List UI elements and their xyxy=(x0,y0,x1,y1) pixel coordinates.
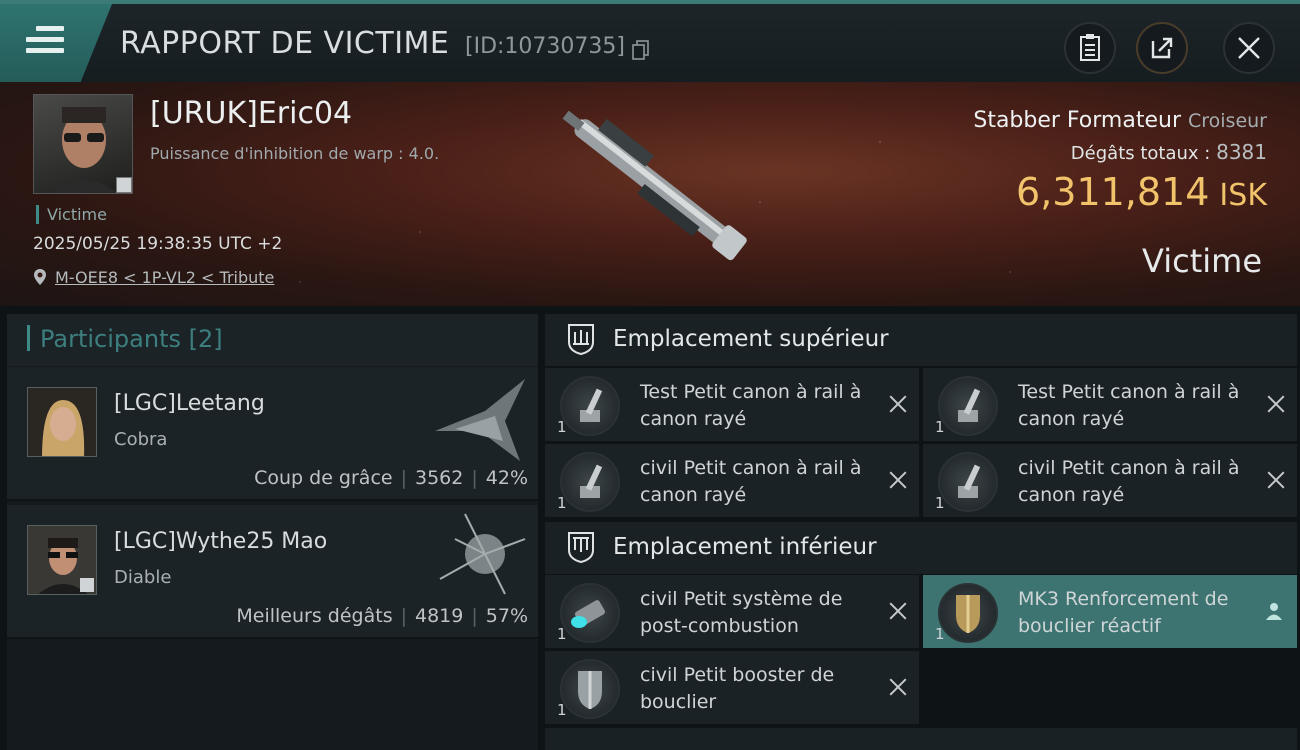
module-slot[interactable]: 1 Test Petit canon à rail à canon rayé xyxy=(545,368,919,441)
module-quantity: 1 xyxy=(935,625,945,643)
kill-location-link[interactable]: M-OEE8 < 1P-VL2 < Tribute xyxy=(55,268,274,287)
victim-avatar[interactable] xyxy=(33,94,133,194)
destroyed-icon xyxy=(889,470,907,488)
avatar-badge-icon xyxy=(116,177,132,193)
clipboard-button[interactable] xyxy=(1064,22,1116,74)
participant-ship: Cobra xyxy=(114,429,168,450)
lower-slots-title: Emplacement inférieur xyxy=(613,534,877,560)
portrait-image xyxy=(28,388,96,456)
destroyed-icon xyxy=(1267,470,1285,488)
victim-role-label: Victime xyxy=(1142,242,1262,280)
module-slot[interactable]: 1 civil Petit canon à rail à canon rayé xyxy=(545,444,919,517)
location-pin-icon xyxy=(34,269,46,285)
low-slot-icon xyxy=(568,532,594,564)
victim-ship-image[interactable] xyxy=(535,87,775,292)
victim-ship-class: Croiseur xyxy=(1187,110,1267,132)
module-name: MK3 Renforcement de bouclier réactif xyxy=(1018,588,1229,637)
destroyed-icon xyxy=(889,394,907,412)
page-title: RAPPORT DE VICTIME xyxy=(120,26,450,61)
module-name: civil Petit système de post-combustion xyxy=(640,588,843,637)
next-section-header-partial xyxy=(545,728,1297,750)
upper-slots-header: Emplacement supérieur xyxy=(545,314,1297,366)
participant-ship: Diable xyxy=(114,567,172,588)
victim-banner: [URUK]Eric04 Puissance d'inhibition de w… xyxy=(0,82,1300,306)
dropped-item-icon xyxy=(1266,603,1282,620)
participant-stats: Meilleurs dégâts | 4819 | 57% xyxy=(236,605,528,627)
clipboard-icon xyxy=(1080,34,1100,61)
participant-avatar[interactable] xyxy=(27,387,97,457)
module-quantity: 1 xyxy=(557,625,567,643)
module-slot[interactable]: 1 civil Petit canon à rail à canon rayé xyxy=(923,444,1297,517)
victim-warp-strength: Puissance d'inhibition de warp : 4.0. xyxy=(150,144,440,163)
railgun-icon xyxy=(938,376,998,436)
module-name: Test Petit canon à rail à canon rayé xyxy=(1018,381,1240,430)
menu-icon[interactable] xyxy=(26,26,64,58)
victim-tag: Victime xyxy=(36,205,107,224)
share-button[interactable] xyxy=(1136,22,1188,74)
high-slot-icon xyxy=(568,324,594,356)
module-quantity: 1 xyxy=(935,494,945,512)
railgun-icon xyxy=(938,452,998,512)
module-name: civil Petit canon à rail à canon rayé xyxy=(1018,457,1240,506)
header-bar: RAPPORT DE VICTIME [ID:10730735] xyxy=(0,0,1300,82)
upper-slots-title: Emplacement supérieur xyxy=(613,326,889,352)
destroyed-icon xyxy=(889,601,907,619)
share-icon xyxy=(1151,37,1173,59)
module-quantity: 1 xyxy=(935,418,945,436)
participants-accent-bar xyxy=(27,325,30,351)
participant-name[interactable]: [LGC]Leetang xyxy=(114,391,265,416)
victim-name[interactable]: [URUK]Eric04 xyxy=(150,96,352,131)
module-quantity: 1 xyxy=(557,494,567,512)
destroyed-icon xyxy=(1267,394,1285,412)
report-id: [ID:10730735] xyxy=(465,34,625,59)
participant-ship-image xyxy=(435,379,525,461)
module-name: civil Petit canon à rail à canon rayé xyxy=(640,457,862,506)
participant-name[interactable]: [LGC]Wythe25 Mao xyxy=(114,529,327,554)
participant-row[interactable]: [LGC]Wythe25 Mao Diable Meilleurs dégâts… xyxy=(7,505,538,639)
close-icon xyxy=(1238,37,1260,59)
module-slot[interactable]: 1 Test Petit canon à rail à canon rayé xyxy=(923,368,1297,441)
module-slot[interactable]: 1 civil Petit booster de bouclier xyxy=(545,651,919,724)
participant-ship-image xyxy=(439,513,526,595)
participant-row[interactable]: [LGC]Leetang Cobra Coup de grâce | 3562 | 42… xyxy=(7,367,538,501)
destroyed-icon xyxy=(889,677,907,695)
participant-avatar[interactable] xyxy=(27,525,97,595)
participant-stats: Coup de grâce | 3562 | 42% xyxy=(254,467,528,489)
module-slot[interactable]: 1 civil Petit système de post-combustion xyxy=(545,575,919,648)
lower-slots-header: Emplacement inférieur xyxy=(545,522,1297,574)
victim-ship-name[interactable]: Stabber Formateur Croiseur xyxy=(973,108,1267,133)
shield-hardener-icon xyxy=(938,583,998,643)
module-name: Test Petit canon à rail à canon rayé xyxy=(640,381,862,430)
module-quantity: 1 xyxy=(557,418,567,436)
module-slot[interactable]: 1 MK3 Renforcement de bouclier réactif xyxy=(923,575,1297,648)
participants-title: Participants [2] xyxy=(40,325,223,353)
module-quantity: 1 xyxy=(557,701,567,719)
portrait-image xyxy=(28,526,96,594)
afterburner-icon xyxy=(560,583,620,643)
railgun-icon xyxy=(560,452,620,512)
kill-date: 2025/05/25 19:38:35 UTC +2 xyxy=(33,234,283,254)
isk-value: 6,311,814 ISK xyxy=(1016,170,1267,214)
module-name: civil Petit booster de bouclier xyxy=(640,664,835,713)
railgun-icon xyxy=(560,376,620,436)
copy-icon[interactable] xyxy=(632,40,650,60)
close-button[interactable] xyxy=(1223,22,1275,74)
shield-booster-icon xyxy=(560,659,620,719)
total-damage: Dégâts totaux : 8381 xyxy=(1070,140,1267,164)
